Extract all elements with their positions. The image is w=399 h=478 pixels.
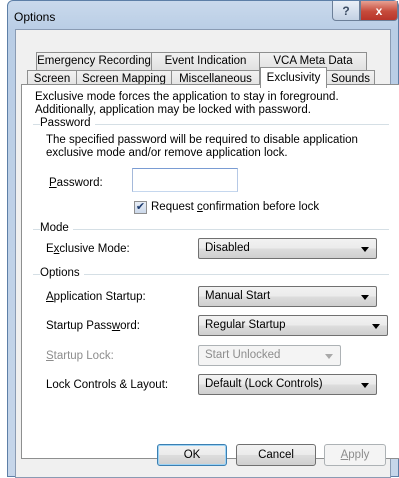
chevron-down-icon (361, 383, 369, 388)
lock-controls-value: Default (Lock Controls) (205, 378, 323, 390)
exclusive-mode-value: Disabled (205, 242, 250, 254)
window-title: Options (14, 10, 56, 24)
application-startup-label: Application Startup: (46, 291, 146, 303)
title-bar[interactable]: Options ? x (8, 1, 398, 31)
exclusivity-panel: Exclusive mode forces the application to… (21, 84, 399, 459)
startup-password-label-pre: Startup Pass (46, 320, 112, 332)
application-startup-value: Manual Start (205, 290, 271, 302)
apply-button: Apply (324, 444, 386, 466)
application-startup-dropdown[interactable]: Manual Start (198, 286, 377, 307)
lock-controls-label: Lock Controls & Layout: (46, 379, 169, 391)
help-icon: ? (342, 3, 350, 18)
checkmark-icon: ✔ (135, 201, 146, 213)
confirmation-label-post: onfirmation before lock (202, 201, 320, 213)
chevron-down-icon (361, 295, 369, 300)
mode-group-divider (33, 229, 389, 230)
confirmation-checkbox[interactable]: ✔ (134, 201, 147, 214)
startup-lock-dropdown: Start Unlocked (198, 345, 341, 366)
exclusive-mode-dropdown[interactable]: Disabled (198, 238, 377, 259)
startup-lock-label: Startup Lock: (46, 350, 114, 362)
options-window: Options ? x Emergency Recording Event In… (7, 0, 399, 478)
password-desc-line-2: exclusive mode and/or remove application… (46, 147, 288, 159)
apply-label-rest: pply (348, 449, 370, 461)
startup-password-label-post: ord: (120, 320, 140, 332)
confirmation-label-pre: Request (151, 201, 198, 213)
options-group-label: Options (40, 267, 84, 279)
startup-password-value: Regular Startup (205, 319, 286, 331)
startup-lock-label-rest: tartup Lock: (53, 350, 114, 362)
startup-lock-value: Start Unlocked (205, 349, 281, 361)
mode-group-label: Mode (40, 222, 73, 234)
dialog-client-area: Emergency Recording Event Indication VCA… (15, 29, 399, 478)
startup-password-label-mnemonic: w (111, 320, 121, 332)
exclusive-mode-label-pre: E (46, 243, 54, 255)
password-label-rest: assword: (56, 177, 103, 189)
startup-password-label: Startup Password: (46, 320, 140, 332)
cancel-button[interactable]: Cancel (236, 444, 316, 466)
startup-lock-label-mnemonic: S (46, 350, 54, 362)
help-button[interactable]: ? (332, 1, 360, 21)
exclusive-mode-label-post: clusive Mode: (59, 243, 130, 255)
password-label-mnemonic: P (49, 177, 57, 189)
application-startup-label-mnemonic: A (46, 291, 54, 303)
close-icon: x (375, 3, 383, 18)
tab-emergency-recording[interactable]: Emergency Recording (36, 52, 152, 70)
startup-password-dropdown[interactable]: Regular Startup (198, 315, 388, 336)
password-field[interactable] (132, 168, 238, 192)
application-startup-label-rest: pplication Startup: (53, 291, 146, 303)
chevron-down-icon (372, 324, 380, 329)
password-label: Password: (49, 177, 103, 189)
confirmation-label[interactable]: Request confirmation before lock (151, 201, 319, 213)
exclusive-mode-label: Exclusive Mode: (46, 243, 130, 255)
password-group-label: Password (40, 117, 95, 129)
close-button[interactable]: x (360, 1, 398, 21)
intro-line-2: Additionally, application may be locked … (35, 104, 311, 116)
password-desc-line-1: The specified password will be required … (46, 134, 358, 146)
chevron-down-icon (325, 354, 333, 359)
tab-exclusivity[interactable]: Exclusivity (260, 67, 327, 88)
ok-button[interactable]: OK (157, 444, 227, 466)
options-group-divider (33, 274, 389, 275)
intro-line-1: Exclusive mode forces the application to… (35, 91, 339, 103)
lock-controls-dropdown[interactable]: Default (Lock Controls) (198, 374, 377, 395)
tab-event-indication[interactable]: Event Indication (152, 52, 260, 70)
chevron-down-icon (361, 247, 369, 252)
